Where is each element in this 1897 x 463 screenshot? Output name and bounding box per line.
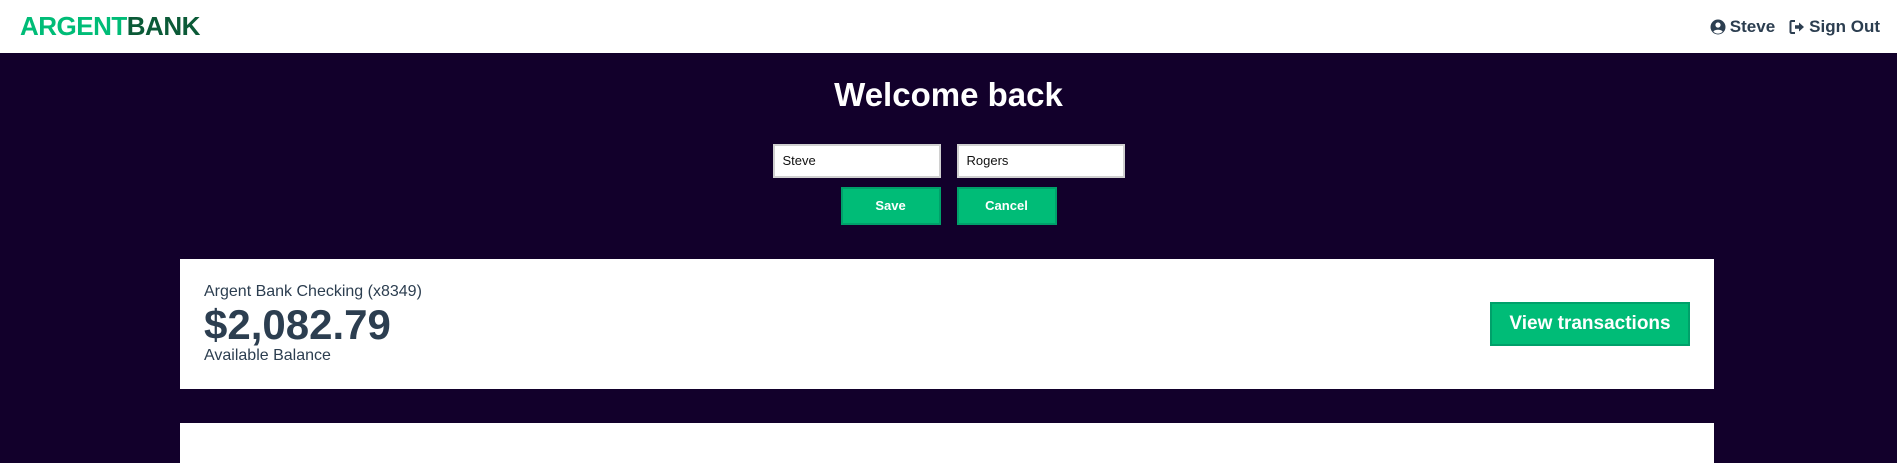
first-name-input[interactable] bbox=[772, 143, 941, 178]
user-circle-icon bbox=[1710, 19, 1726, 34]
logo-bank-text: BANK bbox=[126, 11, 201, 41]
name-edit-buttons: Save Cancel bbox=[0, 186, 1897, 225]
top-nav: ARGENTBANK Steve Sign Out bbox=[0, 0, 1897, 53]
account-card-partial bbox=[180, 423, 1714, 463]
account-amount: $2,082.79 bbox=[204, 300, 391, 348]
last-name-input[interactable] bbox=[956, 143, 1125, 178]
save-button[interactable]: Save bbox=[840, 186, 941, 225]
sign-out-icon bbox=[1789, 19, 1805, 34]
page-title: Welcome back bbox=[834, 76, 1063, 113]
nav-actions: Steve Sign Out bbox=[1710, 17, 1880, 37]
sign-out-label: Sign Out bbox=[1809, 16, 1880, 36]
logo-argent-text: ARGENT bbox=[20, 11, 127, 41]
cancel-button[interactable]: Cancel bbox=[956, 186, 1057, 225]
sign-out-link[interactable]: Sign Out bbox=[1789, 17, 1880, 37]
account-amount-description: Available Balance bbox=[204, 347, 331, 365]
account-title: Argent Bank Checking (x8349) bbox=[204, 282, 422, 300]
user-name-label: Steve bbox=[1729, 16, 1776, 36]
account-info: Argent Bank Checking (x8349) $2,082.79 A… bbox=[204, 283, 422, 365]
view-transactions-button[interactable]: View transactions bbox=[1490, 302, 1690, 346]
name-edit-fields bbox=[0, 143, 1897, 178]
user-profile-link[interactable]: Steve bbox=[1710, 17, 1775, 37]
welcome-section: Welcome back Save Cancel bbox=[0, 53, 1897, 225]
account-card: Argent Bank Checking (x8349) $2,082.79 A… bbox=[180, 259, 1714, 389]
logo[interactable]: ARGENTBANK bbox=[20, 11, 200, 42]
